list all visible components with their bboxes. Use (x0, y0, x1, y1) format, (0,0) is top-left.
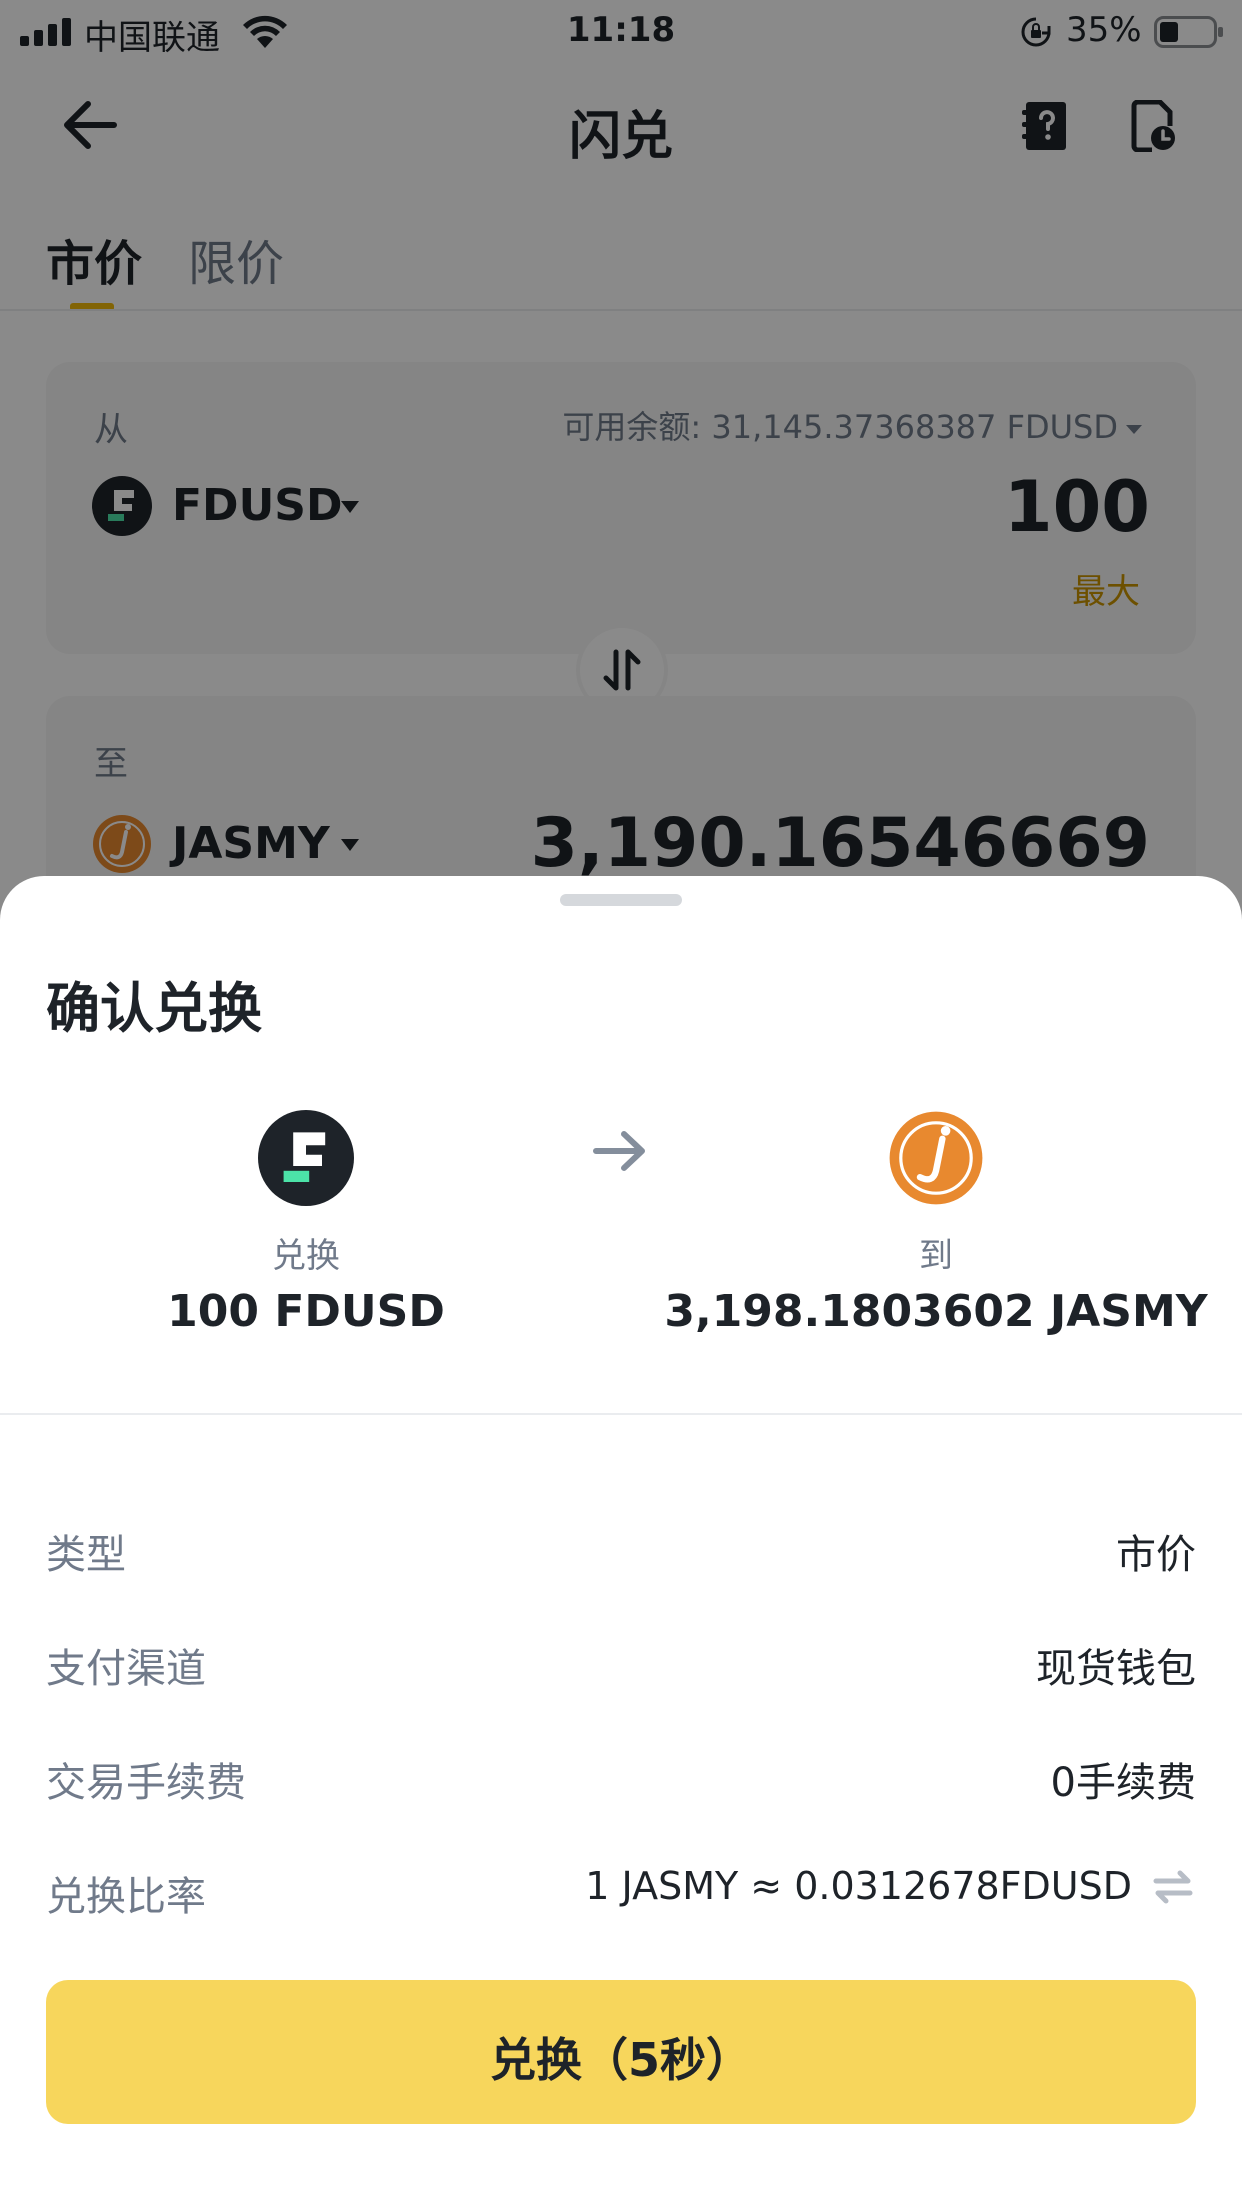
detail-payment-label: 支付渠道 (46, 1646, 206, 1692)
detail-rate-value: 1 JASMY ≈ 0.0312678FDUSD (585, 1864, 1132, 1908)
confirm-convert-button[interactable]: 兑换（5秒） (46, 1980, 1196, 2124)
sheet-drag-handle[interactable] (560, 894, 682, 906)
detail-payment-value: 现货钱包 (1036, 1646, 1196, 1692)
detail-fee-label: 交易手续费 (46, 1760, 246, 1806)
detail-rate-label: 兑换比率 (46, 1874, 206, 1920)
sheet-title: 确认兑换 (46, 977, 262, 1040)
arrow-right-icon (593, 1131, 645, 1171)
detail-type-label: 类型 (46, 1532, 126, 1578)
confirm-convert-label: 兑换（5秒） (489, 2033, 752, 2087)
detail-type-value: 市价 (1116, 1532, 1196, 1578)
convert-from-amount: 100 FDUSD (167, 1286, 445, 1337)
switch-arrows-icon[interactable] (1152, 1868, 1194, 1906)
fdusd-coin-icon (258, 1110, 354, 1206)
detail-fee-value: 0手续费 (1050, 1760, 1196, 1806)
convert-to-amount: 3,198.1803602 JASMY (664, 1286, 1208, 1337)
convert-to-label: 到 (919, 1236, 953, 1276)
sheet-divider (0, 1413, 1242, 1415)
confirm-sheet: 确认兑换 兑换 100 FDUSD 到 3,198.1803602 JASMY … (0, 876, 1242, 2208)
jasmy-coin-icon (889, 1111, 983, 1205)
convert-from-label: 兑换 (272, 1236, 340, 1276)
